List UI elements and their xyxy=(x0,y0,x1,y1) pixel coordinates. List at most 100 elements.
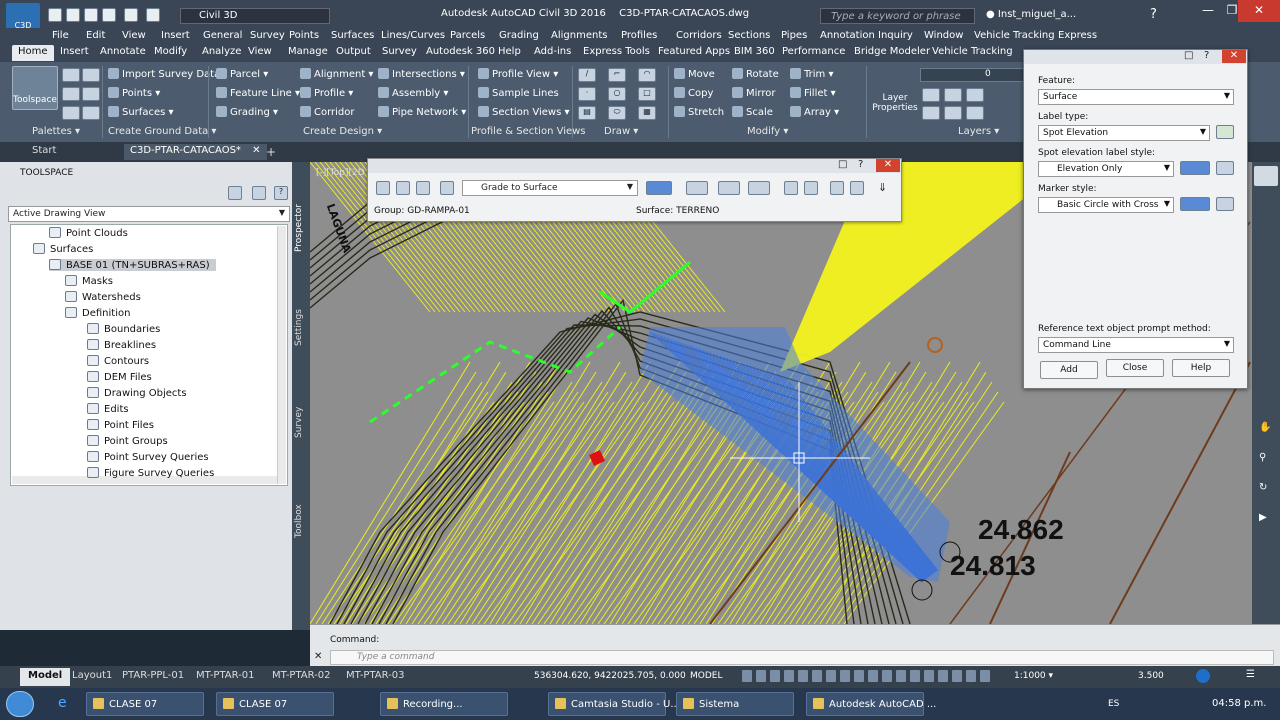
customization-icon[interactable]: ☰ xyxy=(1246,669,1255,680)
workspace-select[interactable]: Civil 3D xyxy=(180,8,330,24)
toolspace-icon-2[interactable] xyxy=(252,186,266,200)
new-tab-icon[interactable]: + xyxy=(266,145,276,159)
taskbar-button[interactable]: CLASE 07 xyxy=(216,692,334,716)
corridor-button[interactable]: Corridor xyxy=(300,106,355,118)
array-button[interactable]: Array ▾ xyxy=(790,106,839,118)
menu-general[interactable]: General xyxy=(203,30,242,41)
toolspace-help-icon[interactable]: ? xyxy=(274,186,288,200)
view-select[interactable]: Active Drawing View ▼ xyxy=(8,206,290,222)
points-button[interactable]: Points ▾ xyxy=(108,87,160,99)
marker-pick-icon[interactable] xyxy=(1216,197,1234,211)
clock[interactable]: 04:58 p.m. xyxy=(1212,698,1266,709)
menu-parcels[interactable]: Parcels xyxy=(450,30,485,41)
menu-surfaces[interactable]: Surfaces xyxy=(331,30,374,41)
assembly-button[interactable]: Assembly ▾ xyxy=(378,87,448,99)
surfaces-button[interactable]: Surfaces ▾ xyxy=(108,106,174,118)
new-icon[interactable] xyxy=(48,8,62,22)
tree-item[interactable]: Surfaces xyxy=(33,243,93,255)
redo-icon[interactable] xyxy=(146,8,160,22)
annotation-scale[interactable]: 1:1000 ▾ xyxy=(1014,671,1053,681)
ie-icon[interactable]: e xyxy=(58,695,67,711)
taskbar-button[interactable]: Autodesk AutoCAD ... xyxy=(806,692,936,716)
tab-bim-360[interactable]: BIM 360 xyxy=(728,45,781,61)
polyline-icon[interactable]: ⌐ xyxy=(608,68,626,82)
grading-tool-8[interactable] xyxy=(748,181,770,195)
menu-view[interactable]: View xyxy=(122,30,146,41)
layer-properties-button[interactable]: Layer Properties xyxy=(872,66,918,120)
grading-criteria-select[interactable]: Grade to Surface ▼ xyxy=(462,180,638,196)
layout-tab[interactable]: MT-PTAR-03 xyxy=(338,668,413,686)
tree-item[interactable]: Point Clouds xyxy=(49,227,128,239)
dialog-restore-icon[interactable]: □ xyxy=(1184,50,1193,61)
taskbar-button[interactable]: Sistema xyxy=(676,692,794,716)
trim-button[interactable]: Trim ▾ xyxy=(790,68,833,80)
grading-tool-4[interactable] xyxy=(440,181,454,195)
hardware-accel-icon[interactable] xyxy=(980,670,990,682)
annotation-visibility-icon[interactable] xyxy=(882,670,892,682)
panel-draw[interactable]: Draw ▾ xyxy=(604,126,638,137)
menu-vehicle-tracking[interactable]: Vehicle Tracking xyxy=(974,30,1055,41)
polar-icon[interactable] xyxy=(784,670,794,682)
menu-grading[interactable]: Grading xyxy=(499,30,539,41)
ortho-icon[interactable] xyxy=(770,670,780,682)
grading-tool-12[interactable] xyxy=(850,181,864,195)
nav-icon-zoom[interactable]: ⚲ xyxy=(1259,452,1266,463)
fillet-button[interactable]: Fillet ▾ xyxy=(790,87,836,99)
tab-drawing[interactable]: C3D-PTAR-CATACAOS* ✕ xyxy=(124,144,267,160)
label-type-icon[interactable] xyxy=(1216,125,1234,139)
isolate-icon[interactable] xyxy=(1196,669,1210,683)
search-box[interactable]: Type a keyword or phrase xyxy=(820,8,975,24)
viewcube[interactable] xyxy=(1254,166,1278,186)
tree-item[interactable]: BASE 01 (TN+SUBRAS+RAS) xyxy=(49,259,216,271)
tree-item[interactable]: Boundaries xyxy=(87,323,160,335)
tree-item[interactable]: Contours xyxy=(87,355,149,367)
grading-tool-5[interactable] xyxy=(646,181,672,195)
close-tab-icon[interactable]: ✕ xyxy=(252,145,260,156)
layout-tab[interactable]: MT-PTAR-01 xyxy=(188,668,263,686)
tree-item[interactable]: Figure Survey Queries xyxy=(87,467,214,479)
circle-icon[interactable]: ○ xyxy=(608,87,626,101)
osnap-icon[interactable] xyxy=(798,670,808,682)
help-icon[interactable]: ? xyxy=(1150,7,1157,22)
layer-tool-1[interactable] xyxy=(922,88,940,102)
menu-lines-curves[interactable]: Lines/Curves xyxy=(381,30,445,41)
grading-tool-1[interactable] xyxy=(376,181,390,195)
region-icon[interactable]: ▦ xyxy=(638,106,656,120)
point-icon[interactable]: · xyxy=(578,87,596,101)
add-button[interactable]: Add xyxy=(1040,361,1098,379)
grading-tool-9[interactable] xyxy=(784,181,798,195)
menu-sections[interactable]: Sections xyxy=(728,30,770,41)
menu-pipes[interactable]: Pipes xyxy=(781,30,807,41)
panel-profile-section-views[interactable]: Profile & Section Views xyxy=(471,126,586,137)
tab-bridge-modeler[interactable]: Bridge Modeler xyxy=(848,45,936,61)
grading-tool-2[interactable] xyxy=(396,181,410,195)
menu-survey[interactable]: Survey xyxy=(250,30,285,41)
menu-profiles[interactable]: Profiles xyxy=(621,30,657,41)
copy-button[interactable]: Copy xyxy=(674,87,713,99)
tab-autodesk-360[interactable]: Autodesk 360 xyxy=(420,45,501,61)
command-input[interactable]: Type a command xyxy=(330,650,1274,665)
menu-file[interactable]: File xyxy=(52,30,69,41)
menu-edit[interactable]: Edit xyxy=(86,30,105,41)
tree-item[interactable]: Edits xyxy=(87,403,129,415)
tree-item[interactable]: DEM Files xyxy=(87,371,152,383)
grid-icon[interactable] xyxy=(742,670,752,682)
scale-button[interactable]: Scale xyxy=(732,106,773,118)
close-window-button[interactable]: ✕ xyxy=(1238,0,1280,22)
taskbar-button[interactable]: Recording... xyxy=(380,692,508,716)
tree-item[interactable]: Breaklines xyxy=(87,339,156,351)
tab-settings[interactable]: Settings xyxy=(294,309,304,346)
marker-style-select[interactable]: Basic Circle with Cross ▼ xyxy=(1038,197,1174,213)
feature-line-button[interactable]: Feature Line ▾ xyxy=(216,87,300,99)
layout-tab[interactable]: MT-PTAR-02 xyxy=(264,668,339,686)
nav-icon-showmotion[interactable]: ▶ xyxy=(1259,512,1267,523)
import-survey-data-button[interactable]: Import Survey Data xyxy=(108,68,220,80)
panel-layers[interactable]: Layers ▾ xyxy=(958,126,999,137)
pipe-network-button[interactable]: Pipe Network ▾ xyxy=(378,106,466,118)
label-type-select[interactable]: Spot Elevation ▼ xyxy=(1038,125,1210,141)
toolspace-button[interactable]: Toolspace xyxy=(12,66,58,110)
help-button[interactable]: Help xyxy=(1172,359,1230,377)
panel-icon-2[interactable] xyxy=(82,68,100,82)
marker-edit-icon[interactable] xyxy=(1180,197,1210,211)
mirror-button[interactable]: Mirror xyxy=(732,87,775,99)
